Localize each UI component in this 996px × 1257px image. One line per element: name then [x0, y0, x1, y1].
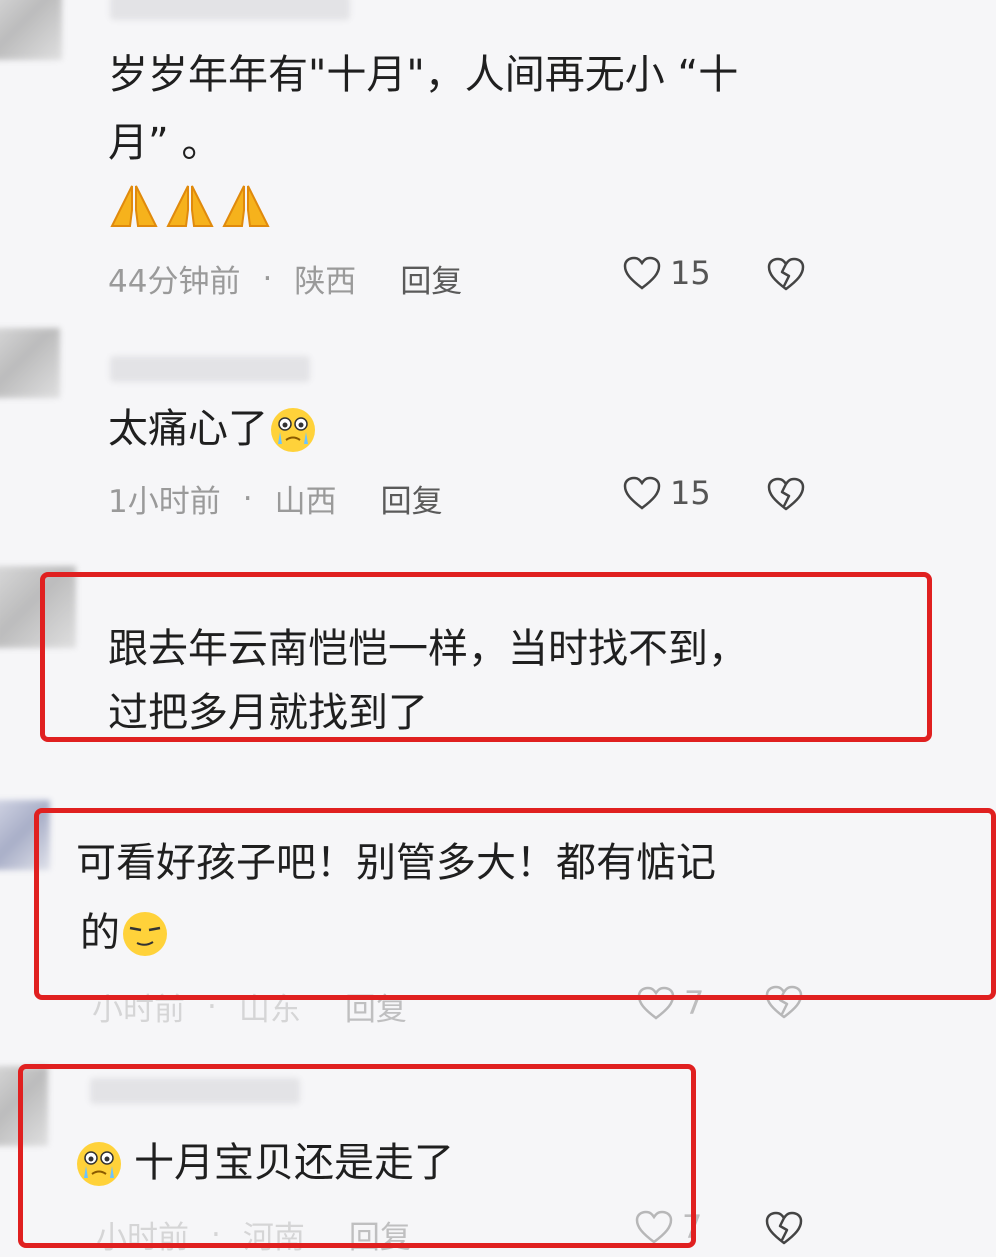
username-blurred[interactable] [90, 1078, 300, 1104]
comment-text-content: 太痛心了 [108, 406, 268, 452]
comment-time: 小时前 [92, 992, 185, 1028]
username-blurred[interactable] [110, 356, 310, 382]
heart-outline-icon [637, 986, 675, 1020]
emoji-row [108, 180, 272, 232]
like-button[interactable]: 15 [622, 254, 711, 292]
heart-outline-icon [623, 256, 661, 290]
like-button[interactable]: 7 [636, 984, 704, 1022]
like-count: 7 [682, 1208, 703, 1246]
reply-button[interactable]: 回复 [345, 984, 407, 1029]
comment-meta: 小时前 · 河南 回复 [96, 1212, 411, 1257]
comment-text-line-1: 岁岁年年有"十月"，人间再无小 “十 [108, 52, 739, 98]
broken-heart-icon [767, 257, 805, 291]
comment-location: 山西 [274, 484, 337, 520]
praying-hands-icon [222, 185, 270, 227]
praying-hands-icon [110, 185, 158, 227]
separator: · [211, 1216, 221, 1253]
comment-text-line-1: 跟去年云南恺恺一样，当时找不到， [108, 626, 748, 672]
crying-face-icon [77, 1142, 121, 1186]
reply-button[interactable]: 回复 [381, 476, 443, 521]
separator: · [207, 988, 217, 1025]
like-button[interactable]: 7 [634, 1208, 702, 1246]
reply-button[interactable]: 回复 [400, 256, 462, 301]
broken-heart-icon [765, 1211, 803, 1245]
comment-location: 陕西 [294, 264, 357, 300]
crying-face-icon [271, 408, 315, 452]
comment-location: 河南 [242, 1220, 305, 1256]
comment-time: 小时前 [96, 1220, 189, 1256]
like-button[interactable]: 15 [622, 474, 711, 512]
comment-text: 太痛心了 [108, 396, 318, 462]
heart-outline-icon [623, 476, 661, 510]
dislike-button[interactable] [766, 476, 806, 516]
comment-meta: 1小时前 · 山西 回复 [108, 476, 443, 521]
broken-heart-icon [765, 985, 803, 1019]
separator: · [262, 260, 273, 297]
like-count: 7 [684, 984, 705, 1022]
dislike-button[interactable] [764, 1210, 804, 1250]
avatar[interactable] [0, 566, 76, 648]
avatar[interactable] [0, 328, 60, 398]
comment-text-line-2: 月” 。 [108, 120, 222, 166]
smug-face-icon [123, 912, 167, 956]
comment-text: 十月宝贝还是走了 [74, 1130, 454, 1196]
like-count: 15 [670, 254, 711, 292]
comment-time: 44分钟前 [108, 264, 241, 300]
comment-meta: 44分钟前 · 陕西 回复 [108, 256, 462, 301]
username-blurred[interactable] [110, 0, 350, 20]
dislike-button[interactable] [764, 984, 804, 1024]
dislike-button[interactable] [766, 256, 806, 296]
separator: · [242, 480, 253, 517]
comment-location: 山东 [238, 992, 301, 1028]
comment-time: 1小时前 [108, 484, 221, 520]
reply-button[interactable]: 回复 [349, 1212, 411, 1257]
avatar[interactable] [0, 1066, 48, 1146]
like-count: 15 [670, 474, 711, 512]
avatar[interactable] [0, 0, 62, 60]
heart-outline-icon [635, 1210, 673, 1244]
comment-text-content: 的 [80, 910, 120, 956]
avatar[interactable] [0, 800, 50, 870]
praying-hands-icon [166, 185, 214, 227]
comment-meta: 小时前 · 山东 回复 [92, 984, 407, 1029]
comment-text-line-2: 的 [80, 900, 170, 966]
broken-heart-icon [767, 477, 805, 511]
comment-text-content: 十月宝贝还是走了 [134, 1140, 454, 1186]
comment-text-line-2: 过把多月就找到了 [108, 690, 428, 736]
comment-text-line-1: 可看好孩子吧！别管多大！都有惦记 [76, 840, 716, 886]
